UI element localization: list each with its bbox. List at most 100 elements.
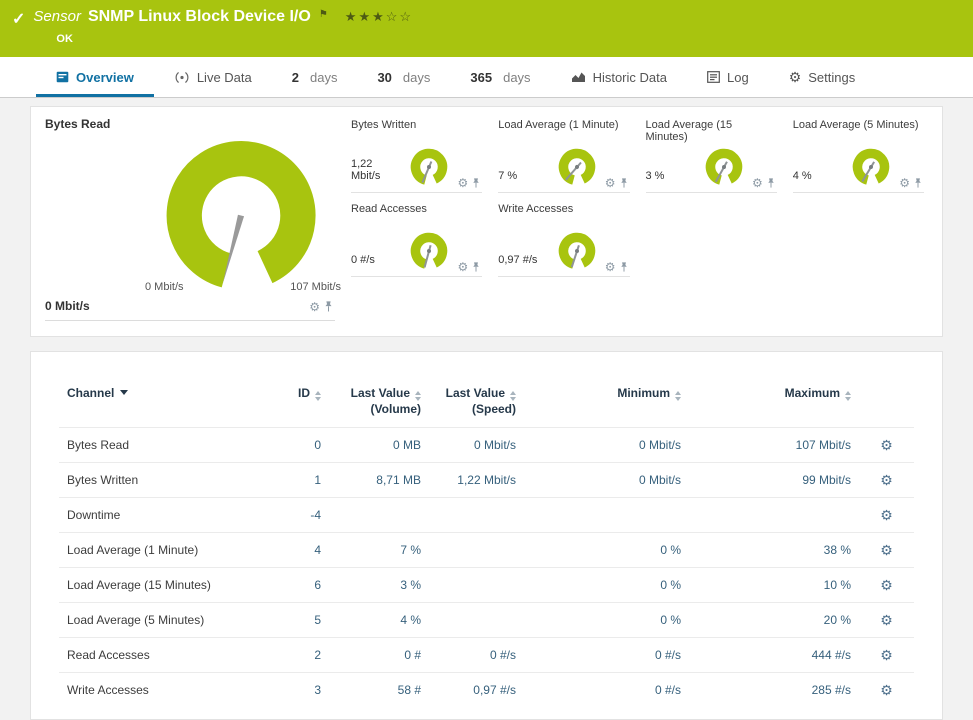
sensor-header: ✓ Sensor SNMP Linux Block Device I/O ⚑ ★… <box>0 0 973 57</box>
gauge-title: Load Average (1 Minute) <box>498 119 629 131</box>
gauge-scale-min: 0 Mbit/s <box>145 281 184 293</box>
tab-label: days <box>403 70 430 85</box>
table-row-write-accesses[interactable]: Write Accesses 3 58 # 0,97 #/s 0 #/s 285… <box>59 673 914 708</box>
col-header-last-value-speed[interactable]: Last Value(Speed) <box>429 382 524 428</box>
gauge-value: 0,97 #/s <box>498 254 537 266</box>
overview-content: Bytes Read 0 Mbit/s 107 Mbit/s 0 Mbit/s … <box>0 98 973 720</box>
pin-icon[interactable] <box>472 262 480 273</box>
star-4[interactable]: ☆ <box>386 9 400 24</box>
sort-icon <box>845 391 851 401</box>
col-header-channel[interactable]: Channel <box>59 382 259 428</box>
table-row-read-accesses[interactable]: Read Accesses 2 0 # 0 #/s 0 #/s 444 #/s … <box>59 638 914 673</box>
small-gauge-bytes-written[interactable]: Bytes Written 1,22 Mbit/s ⚙ <box>351 119 482 193</box>
star-3[interactable]: ★ <box>372 9 386 24</box>
tab-label: Overview <box>76 70 134 85</box>
table-row-downtime[interactable]: Downtime -4 ⚙ <box>59 498 914 533</box>
tab-label: days <box>310 70 337 85</box>
live-data-icon <box>174 71 190 84</box>
gear-icon[interactable]: ⚙ <box>457 177 468 189</box>
tab-label: Settings <box>808 70 855 85</box>
channels-table-panel: Channel ID Last Value(Volume) Last Value… <box>30 351 943 720</box>
col-header-actions <box>859 382 914 428</box>
gauge-dial <box>844 146 898 192</box>
gauge-value: 1,22 Mbit/s <box>351 158 402 182</box>
gauge-value: 0 #/s <box>351 254 375 266</box>
star-5[interactable]: ☆ <box>399 9 413 24</box>
channel-settings-icon[interactable]: ⚙ <box>880 542 893 558</box>
gauge-title: Read Accesses <box>351 203 482 215</box>
gear-icon[interactable]: ⚙ <box>457 261 468 273</box>
small-gauge-read-accesses[interactable]: Read Accesses 0 #/s ⚙ <box>351 203 482 277</box>
table-row-load-average-1-minute[interactable]: Load Average (1 Minute) 4 7 % 0 % 38 % ⚙ <box>59 533 914 568</box>
pin-icon[interactable] <box>324 301 333 313</box>
log-icon <box>707 71 720 83</box>
table-row-bytes-written[interactable]: Bytes Written 1 8,71 MB 1,22 Mbit/s 0 Mb… <box>59 463 914 498</box>
gauge-value: 7 % <box>498 170 517 182</box>
sort-desc-icon <box>120 390 128 395</box>
pin-icon[interactable] <box>472 178 480 189</box>
tab-365-days[interactable]: 365 days <box>450 57 550 97</box>
tab-overview[interactable]: Overview <box>36 57 154 97</box>
channel-settings-icon[interactable]: ⚙ <box>880 682 893 698</box>
tab-bar: Overview Live Data 2 days 30 days 365 da… <box>0 57 973 98</box>
table-row-bytes-read[interactable]: Bytes Read 0 0 MB 0 Mbit/s 0 Mbit/s 107 … <box>59 428 914 463</box>
gauge-title: Write Accesses <box>498 203 629 215</box>
pin-icon[interactable] <box>620 262 628 273</box>
tab-number: 365 <box>470 70 492 85</box>
gauge-title: Bytes Written <box>351 119 482 131</box>
gauge-title: Load Average (15 Minutes) <box>646 119 777 143</box>
priority-stars[interactable]: ★★★☆☆ <box>345 9 413 25</box>
gear-icon[interactable]: ⚙ <box>309 301 320 313</box>
tab-log[interactable]: Log <box>687 57 769 97</box>
tab-label: Live Data <box>197 70 252 85</box>
tab-label: Historic Data <box>593 70 667 85</box>
small-gauge-load-average-1-minute[interactable]: Load Average (1 Minute) 7 % ⚙ <box>498 119 629 193</box>
tab-label: Log <box>727 70 749 85</box>
gauge-dial <box>402 230 456 276</box>
sort-icon <box>510 391 516 401</box>
channel-settings-icon[interactable]: ⚙ <box>880 507 893 523</box>
pin-icon[interactable] <box>620 178 628 189</box>
tab-live-data[interactable]: Live Data <box>154 57 272 97</box>
gear-icon[interactable]: ⚙ <box>605 177 616 189</box>
table-row-load-average-15-minutes[interactable]: Load Average (15 Minutes) 6 3 % 0 % 10 %… <box>59 568 914 603</box>
big-gauge-title: Bytes Read <box>45 117 335 131</box>
star-2[interactable]: ★ <box>358 9 372 24</box>
small-gauge-write-accesses[interactable]: Write Accesses 0,97 #/s ⚙ <box>498 203 629 277</box>
small-gauge-load-average-5-minutes[interactable]: Load Average (5 Minutes) 4 % ⚙ <box>793 119 924 193</box>
flag-icon[interactable]: ⚑ <box>319 9 328 20</box>
table-row-load-average-5-minutes[interactable]: Load Average (5 Minutes) 5 4 % 0 % 20 % … <box>59 603 914 638</box>
pin-icon[interactable] <box>914 178 922 189</box>
gear-icon[interactable]: ⚙ <box>605 261 616 273</box>
object-kind-label: Sensor <box>33 8 81 25</box>
small-gauge-load-average-15-minutes[interactable]: Load Average (15 Minutes) 3 % ⚙ <box>646 119 777 193</box>
big-gauge-dial: 0 Mbit/s 107 Mbit/s <box>45 131 335 299</box>
overview-icon <box>56 71 69 83</box>
status-check-icon: ✓ <box>12 9 25 29</box>
channel-settings-icon[interactable]: ⚙ <box>880 437 893 453</box>
gauge-title: Load Average (5 Minutes) <box>793 119 924 131</box>
star-1[interactable]: ★ <box>345 9 359 24</box>
pin-icon[interactable] <box>767 178 775 189</box>
small-gauges-grid: Bytes Written 1,22 Mbit/s ⚙ Load Average… <box>347 107 942 336</box>
gear-icon[interactable]: ⚙ <box>752 177 763 189</box>
tab-historic-data[interactable]: Historic Data <box>551 57 687 97</box>
col-header-last-value-volume[interactable]: Last Value(Volume) <box>329 382 429 428</box>
col-header-minimum[interactable]: Minimum <box>524 382 689 428</box>
big-gauge-bytes-read: Bytes Read 0 Mbit/s 107 Mbit/s 0 Mbit/s … <box>31 107 347 336</box>
col-header-maximum[interactable]: Maximum <box>689 382 859 428</box>
tab-settings[interactable]: ⚙ Settings <box>769 57 876 97</box>
channel-settings-icon[interactable]: ⚙ <box>880 612 893 628</box>
historic-data-icon <box>571 71 586 83</box>
tab-number: 2 <box>292 70 299 85</box>
sort-icon <box>675 391 681 401</box>
channel-settings-icon[interactable]: ⚙ <box>880 472 893 488</box>
channel-settings-icon[interactable]: ⚙ <box>880 577 893 593</box>
tab-2-days[interactable]: 2 days <box>272 57 358 97</box>
tab-30-days[interactable]: 30 days <box>357 57 450 97</box>
sort-icon <box>315 391 321 401</box>
gear-icon[interactable]: ⚙ <box>899 177 910 189</box>
col-header-id[interactable]: ID <box>259 382 329 428</box>
channel-settings-icon[interactable]: ⚙ <box>880 647 893 663</box>
gauge-dial <box>697 146 751 192</box>
